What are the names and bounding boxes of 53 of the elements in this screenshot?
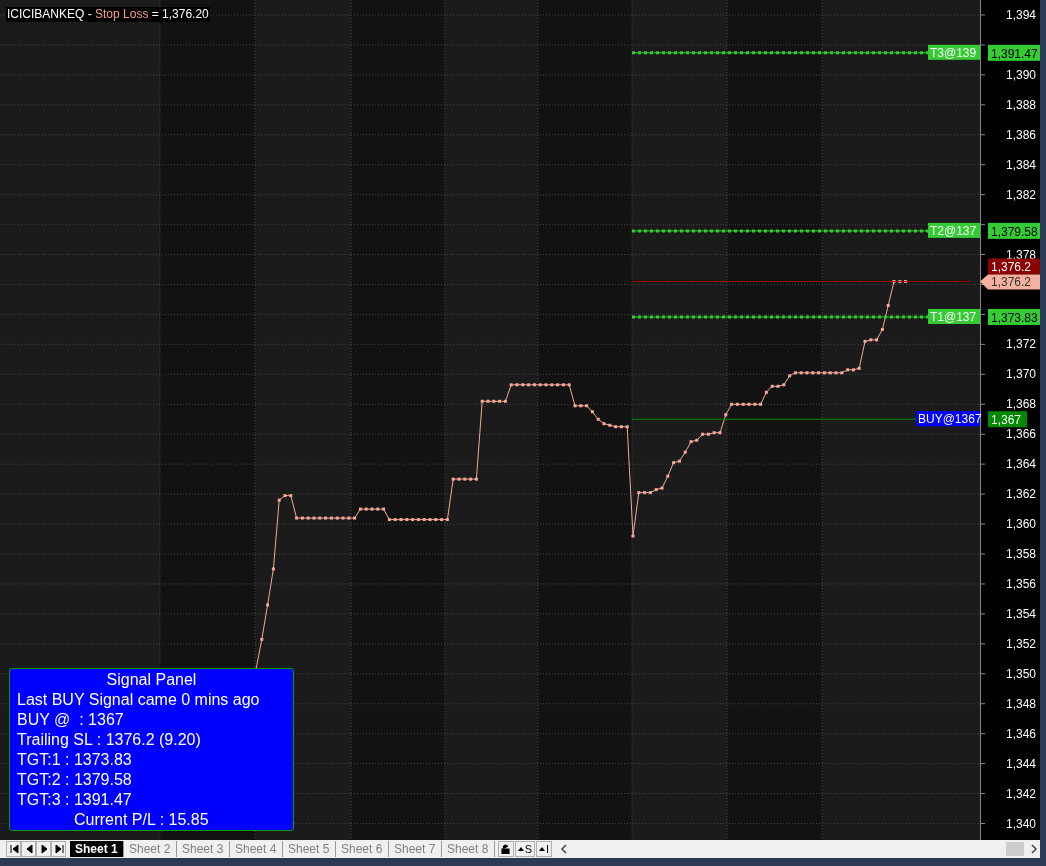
axis-tick-label: 1,354 (1005, 606, 1036, 621)
first-sheet-button[interactable] (6, 841, 21, 857)
toolbar-button[interactable]: I (536, 841, 553, 857)
axis-tick-label: 1,360 (1005, 517, 1036, 532)
axis-tick-label: 1,370 (1005, 367, 1036, 382)
chart-title: ICICIBANKEQ - Stop Loss = 1,376.20 (6, 7, 210, 22)
axis-tick-label: 1,390 (1005, 67, 1036, 82)
level-label: BUY@1367 (916, 411, 982, 427)
signal-panel-line: TGT:1 : 1373.83 (17, 750, 133, 770)
skip-right-icon (52, 843, 65, 855)
axis-tick-label: 1,384 (1005, 157, 1036, 172)
axis-tick-label: 1,388 (1005, 97, 1036, 112)
horizontal-scrollbar[interactable] (560, 841, 1040, 857)
price-tag: 1,367 (988, 411, 1027, 428)
last-price-tag: 1,376.2 (980, 274, 1040, 290)
signal-panel-title: Signal Panel (105, 670, 198, 690)
signal-panel-line: Trailing SL : 1376.2 (9.20) (17, 730, 202, 750)
lock-button[interactable] (497, 841, 514, 857)
axis-tick-label: 1,394 (1005, 7, 1036, 22)
lock-icon (501, 844, 511, 854)
price-tag: 1,376.2 (988, 258, 1040, 275)
axis-tick-label: 1,350 (1005, 666, 1036, 681)
axis-tick-label: 1,356 (1005, 576, 1036, 591)
next-sheet-button[interactable] (36, 841, 51, 857)
signal-panel-line: Last BUY Signal came 0 mins ago (17, 690, 261, 710)
last-sheet-button[interactable] (51, 841, 66, 857)
scroll-right-icon (1030, 844, 1038, 854)
axis-tick-label: 1,362 (1005, 487, 1036, 502)
axis-tick-label: 1,366 (1005, 427, 1036, 442)
up-caret-icon (539, 847, 546, 851)
signal-panel-line: TGT:2 : 1379.58 (17, 770, 133, 790)
axis-tick-label: 1,348 (1005, 696, 1036, 711)
previous-sheet-button[interactable] (21, 841, 36, 857)
scroll-left-icon (560, 844, 569, 854)
axis-tick-label: 1,382 (1005, 187, 1036, 202)
axis-tick-label: 1,364 (1005, 457, 1036, 472)
axis-tick-label: 1,386 (1005, 127, 1036, 142)
axis-tick-label: 1,342 (1005, 786, 1036, 801)
sheet-tab[interactable]: Sheet 1 (70, 841, 124, 857)
toolbar-button[interactable]: S (514, 841, 536, 857)
signal-panel-line: Current P/L : 15.85 (73, 810, 210, 829)
axis-tick-label: 1,352 (1005, 636, 1036, 651)
up-caret-icon (517, 847, 524, 851)
axis-tick-label: 1,346 (1005, 726, 1036, 741)
signal-panel-line: TGT:3 : 1391.47 (17, 790, 133, 810)
axis-tick-label: 1,368 (1005, 397, 1036, 412)
axis-tick-label: 1,358 (1005, 547, 1036, 561)
axis-tick-label: 1,344 (1005, 756, 1036, 771)
skip-left-icon (7, 843, 20, 855)
scrollbar-thumb[interactable] (1006, 842, 1024, 856)
axis-tick-label: 1,372 (1005, 337, 1036, 352)
signal-panel-line: BUY @ : 1367 (17, 710, 125, 730)
axis-tick-label: 1,340 (1005, 816, 1036, 831)
